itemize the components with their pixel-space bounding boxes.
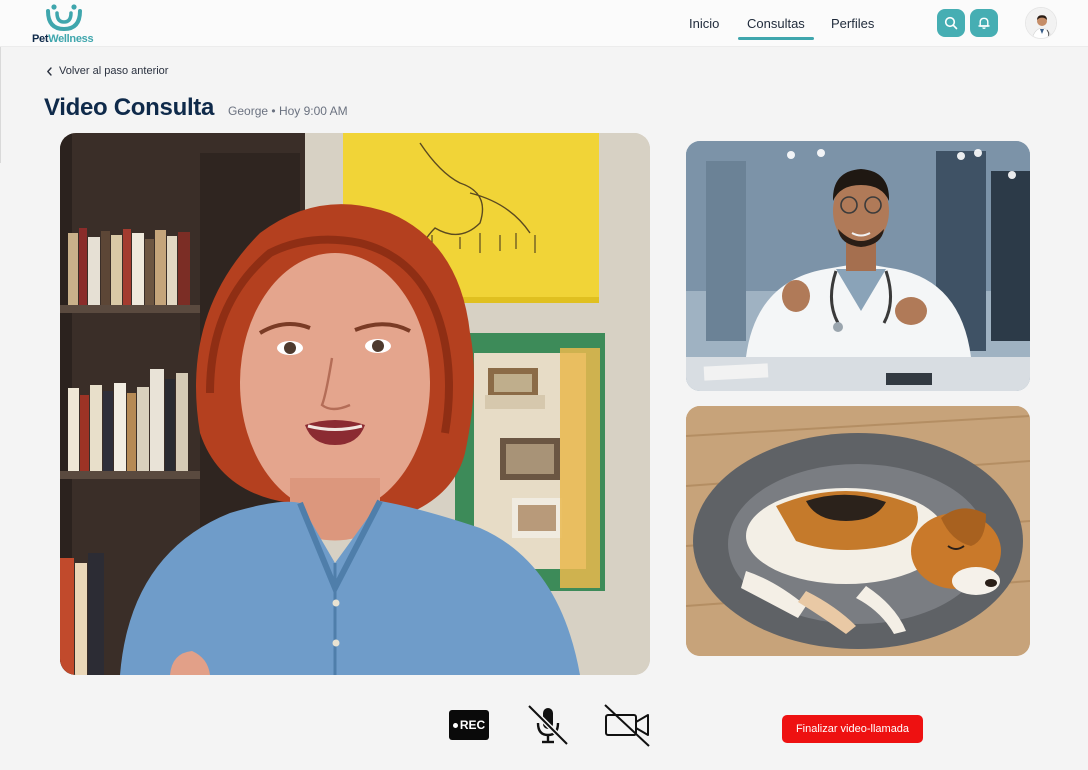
- camera-off-icon: [604, 704, 650, 747]
- doctor-avatar-image: [1026, 8, 1056, 38]
- left-divider: [0, 47, 1, 163]
- back-link-label: Volver al paso anterior: [59, 65, 169, 77]
- record-label: REC: [459, 718, 486, 732]
- search-icon: [944, 16, 958, 30]
- nav-item-consultas[interactable]: Consultas: [738, 16, 814, 40]
- app-logo[interactable]: PetWellness: [30, 3, 100, 45]
- consultation-subtitle: George • Hoy 9:00 AM: [228, 104, 348, 118]
- page-title: Video Consulta: [44, 94, 215, 121]
- title-row: Video Consulta George • Hoy 9:00 AM: [44, 94, 348, 122]
- end-call-button[interactable]: Finalizar video-llamada: [782, 715, 923, 743]
- main-video-client: [60, 133, 650, 675]
- record-dot-icon: [452, 722, 458, 728]
- camera-toggle-button[interactable]: [603, 703, 651, 747]
- microphone-off-icon: [527, 704, 569, 746]
- top-header: PetWellness Inicio Consultas Perfiles: [0, 0, 1088, 47]
- nav-item-inicio[interactable]: Inicio: [689, 16, 719, 31]
- user-avatar[interactable]: [1025, 7, 1057, 39]
- pet-video: [686, 406, 1030, 656]
- client-video-frame: [60, 133, 650, 675]
- vet-video-frame: [686, 141, 1030, 391]
- vet-video: [686, 141, 1030, 391]
- record-button[interactable]: REC: [449, 710, 489, 740]
- bell-icon: [978, 17, 990, 30]
- pet-video-frame: [686, 406, 1030, 656]
- nav-item-perfiles[interactable]: Perfiles: [831, 16, 874, 31]
- chevron-left-icon: [47, 66, 52, 76]
- mute-microphone-button[interactable]: [526, 703, 570, 747]
- logo-text: PetWellness: [32, 33, 94, 45]
- notifications-button[interactable]: [970, 9, 998, 37]
- logo-mark-icon: [46, 4, 82, 31]
- back-link[interactable]: Volver al paso anterior: [46, 65, 168, 77]
- search-button[interactable]: [937, 9, 965, 37]
